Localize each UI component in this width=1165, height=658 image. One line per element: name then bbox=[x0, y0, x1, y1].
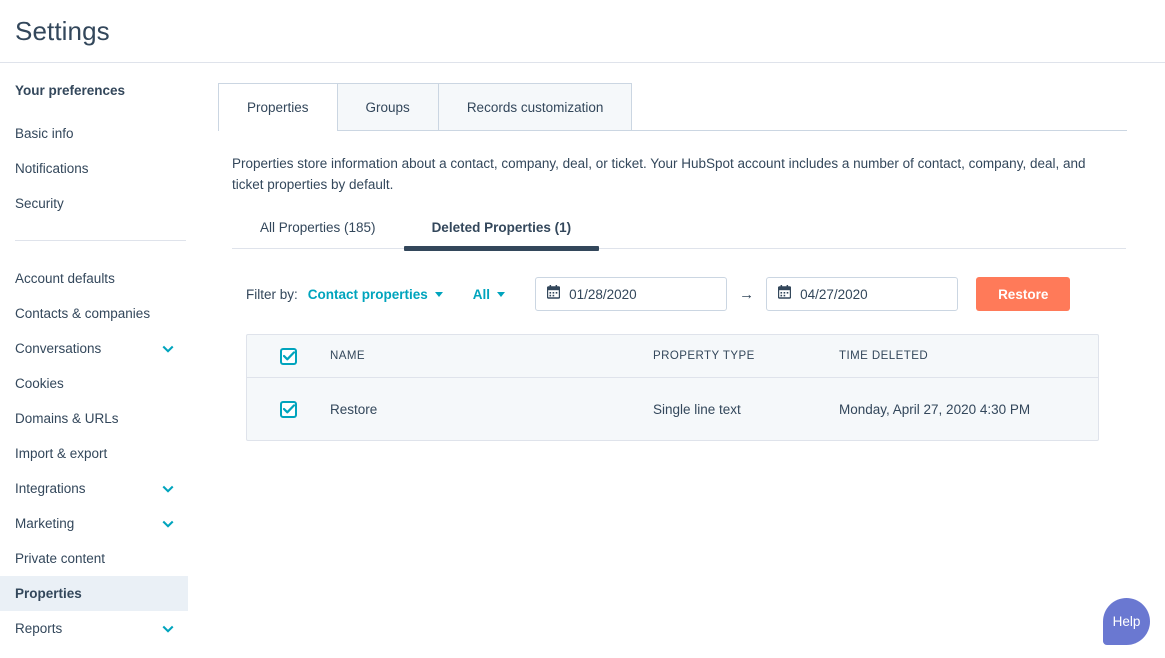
sidebar-item-label: Account defaults bbox=[15, 270, 115, 286]
column-header-time-deleted[interactable]: TIME DELETED bbox=[839, 350, 1098, 362]
table-row[interactable]: Restore Single line text Monday, April 2… bbox=[247, 378, 1098, 440]
sub-tab-deleted-properties[interactable]: Deleted Properties (1) bbox=[403, 220, 600, 251]
column-header-property-type[interactable]: PROPERTY TYPE bbox=[653, 350, 839, 362]
date-from-input[interactable]: 01/28/2020 bbox=[535, 277, 728, 311]
sidebar-item-account-defaults[interactable]: Account defaults bbox=[0, 261, 188, 296]
sidebar-item-domains-urls[interactable]: Domains & URLs bbox=[0, 401, 188, 436]
select-all-checkbox[interactable] bbox=[280, 347, 297, 365]
primary-tab-bar: Properties Groups Records customization bbox=[218, 83, 1127, 131]
row-checkbox[interactable] bbox=[280, 400, 297, 418]
sub-tab-all-properties[interactable]: All Properties (185) bbox=[232, 220, 404, 248]
tab-records-customization[interactable]: Records customization bbox=[437, 83, 633, 130]
calendar-icon bbox=[546, 284, 561, 304]
cell-time-deleted: Monday, April 27, 2020 4:30 PM bbox=[839, 401, 1031, 417]
chevron-down-icon[interactable] bbox=[162, 623, 174, 635]
sidebar-item-properties[interactable]: Properties bbox=[0, 576, 188, 611]
property-filter-dropdown-label: All bbox=[472, 286, 491, 302]
sidebar-item-label: Contacts & companies bbox=[15, 305, 151, 321]
sidebar-item-label: Marketing bbox=[15, 515, 75, 531]
sidebar-item-label: Integrations bbox=[15, 480, 86, 496]
properties-description: Properties store information about a con… bbox=[232, 156, 1086, 192]
date-to-value: 04/27/2020 bbox=[800, 286, 868, 302]
date-to-input[interactable]: 04/27/2020 bbox=[766, 277, 959, 311]
date-from-value: 01/28/2020 bbox=[569, 286, 637, 302]
restore-button[interactable]: Restore bbox=[976, 277, 1071, 311]
chevron-down-icon[interactable] bbox=[162, 483, 174, 495]
sidebar-item-private-content[interactable]: Private content bbox=[0, 541, 188, 576]
sidebar-item-notifications[interactable]: Notifications bbox=[0, 151, 188, 186]
sidebar-divider bbox=[15, 240, 186, 241]
chevron-down-icon[interactable] bbox=[162, 518, 174, 530]
sidebar-item-cookies[interactable]: Cookies bbox=[0, 366, 188, 401]
filter-by-label: Filter by: bbox=[246, 286, 298, 302]
tab-properties[interactable]: Properties bbox=[218, 83, 338, 131]
sidebar-item-contacts-companies[interactable]: Contacts & companies bbox=[0, 296, 188, 331]
cell-property-type: Single line text bbox=[653, 401, 741, 417]
sub-tab-bar: All Properties (185) Deleted Properties … bbox=[232, 220, 1126, 251]
sidebar-item-label: Conversations bbox=[15, 340, 102, 356]
caret-down-icon bbox=[497, 291, 506, 297]
sidebar-item-security[interactable]: Security bbox=[0, 186, 188, 221]
filter-bar: Filter by: Contact properties All 01/28/… bbox=[246, 277, 1165, 311]
sidebar-item-label: Reports bbox=[15, 620, 63, 636]
sidebar-item-label: Import & export bbox=[15, 445, 108, 461]
sidebar-item-marketing[interactable]: Marketing bbox=[0, 506, 188, 541]
sidebar-item-label: Properties bbox=[15, 585, 82, 601]
sidebar-item-basic-info[interactable]: Basic info bbox=[0, 116, 188, 151]
sidebar-item-reports[interactable]: Reports bbox=[0, 611, 188, 646]
sidebar-item-label: Private content bbox=[15, 550, 106, 566]
date-range-arrow-icon: → bbox=[739, 285, 755, 303]
main-content: Properties Groups Records customization … bbox=[202, 63, 1165, 658]
sidebar-item-label: Security bbox=[15, 195, 64, 211]
select-all-cell bbox=[247, 347, 330, 365]
column-header-name[interactable]: NAME bbox=[330, 350, 653, 362]
settings-sidebar: Your preferences Basic info Notification… bbox=[0, 63, 202, 658]
table-body: Restore Single line text Monday, April 2… bbox=[247, 378, 1098, 440]
body-wrapper: Your preferences Basic info Notification… bbox=[0, 63, 1165, 658]
cell-name: Restore bbox=[330, 401, 378, 417]
row-select-cell bbox=[247, 400, 330, 418]
page-title: Settings bbox=[15, 15, 110, 46]
object-type-dropdown-label: Contact properties bbox=[307, 286, 428, 302]
sidebar-item-label: Domains & URLs bbox=[15, 410, 119, 426]
app-header: Settings bbox=[0, 0, 1165, 63]
sidebar-item-label: Notifications bbox=[15, 160, 89, 176]
chevron-down-icon[interactable] bbox=[162, 343, 174, 355]
deleted-properties-table: NAME PROPERTY TYPE TIME DELETED Restore … bbox=[246, 334, 1099, 441]
help-button[interactable]: Help bbox=[1103, 598, 1150, 645]
sidebar-item-import-export[interactable]: Import & export bbox=[0, 436, 188, 471]
object-type-dropdown[interactable]: Contact properties bbox=[308, 287, 443, 302]
sidebar-heading: Your preferences bbox=[15, 83, 126, 98]
calendar-icon bbox=[777, 284, 792, 304]
sidebar-item-integrations[interactable]: Integrations bbox=[0, 471, 188, 506]
table-header-row: NAME PROPERTY TYPE TIME DELETED bbox=[247, 335, 1098, 378]
property-filter-dropdown[interactable]: All bbox=[472, 286, 506, 302]
tab-groups[interactable]: Groups bbox=[336, 83, 439, 130]
sidebar-item-label: Cookies bbox=[15, 375, 64, 391]
caret-down-icon bbox=[434, 291, 443, 297]
sidebar-item-conversations[interactable]: Conversations bbox=[0, 331, 188, 366]
sidebar-item-label: Basic info bbox=[15, 125, 74, 141]
